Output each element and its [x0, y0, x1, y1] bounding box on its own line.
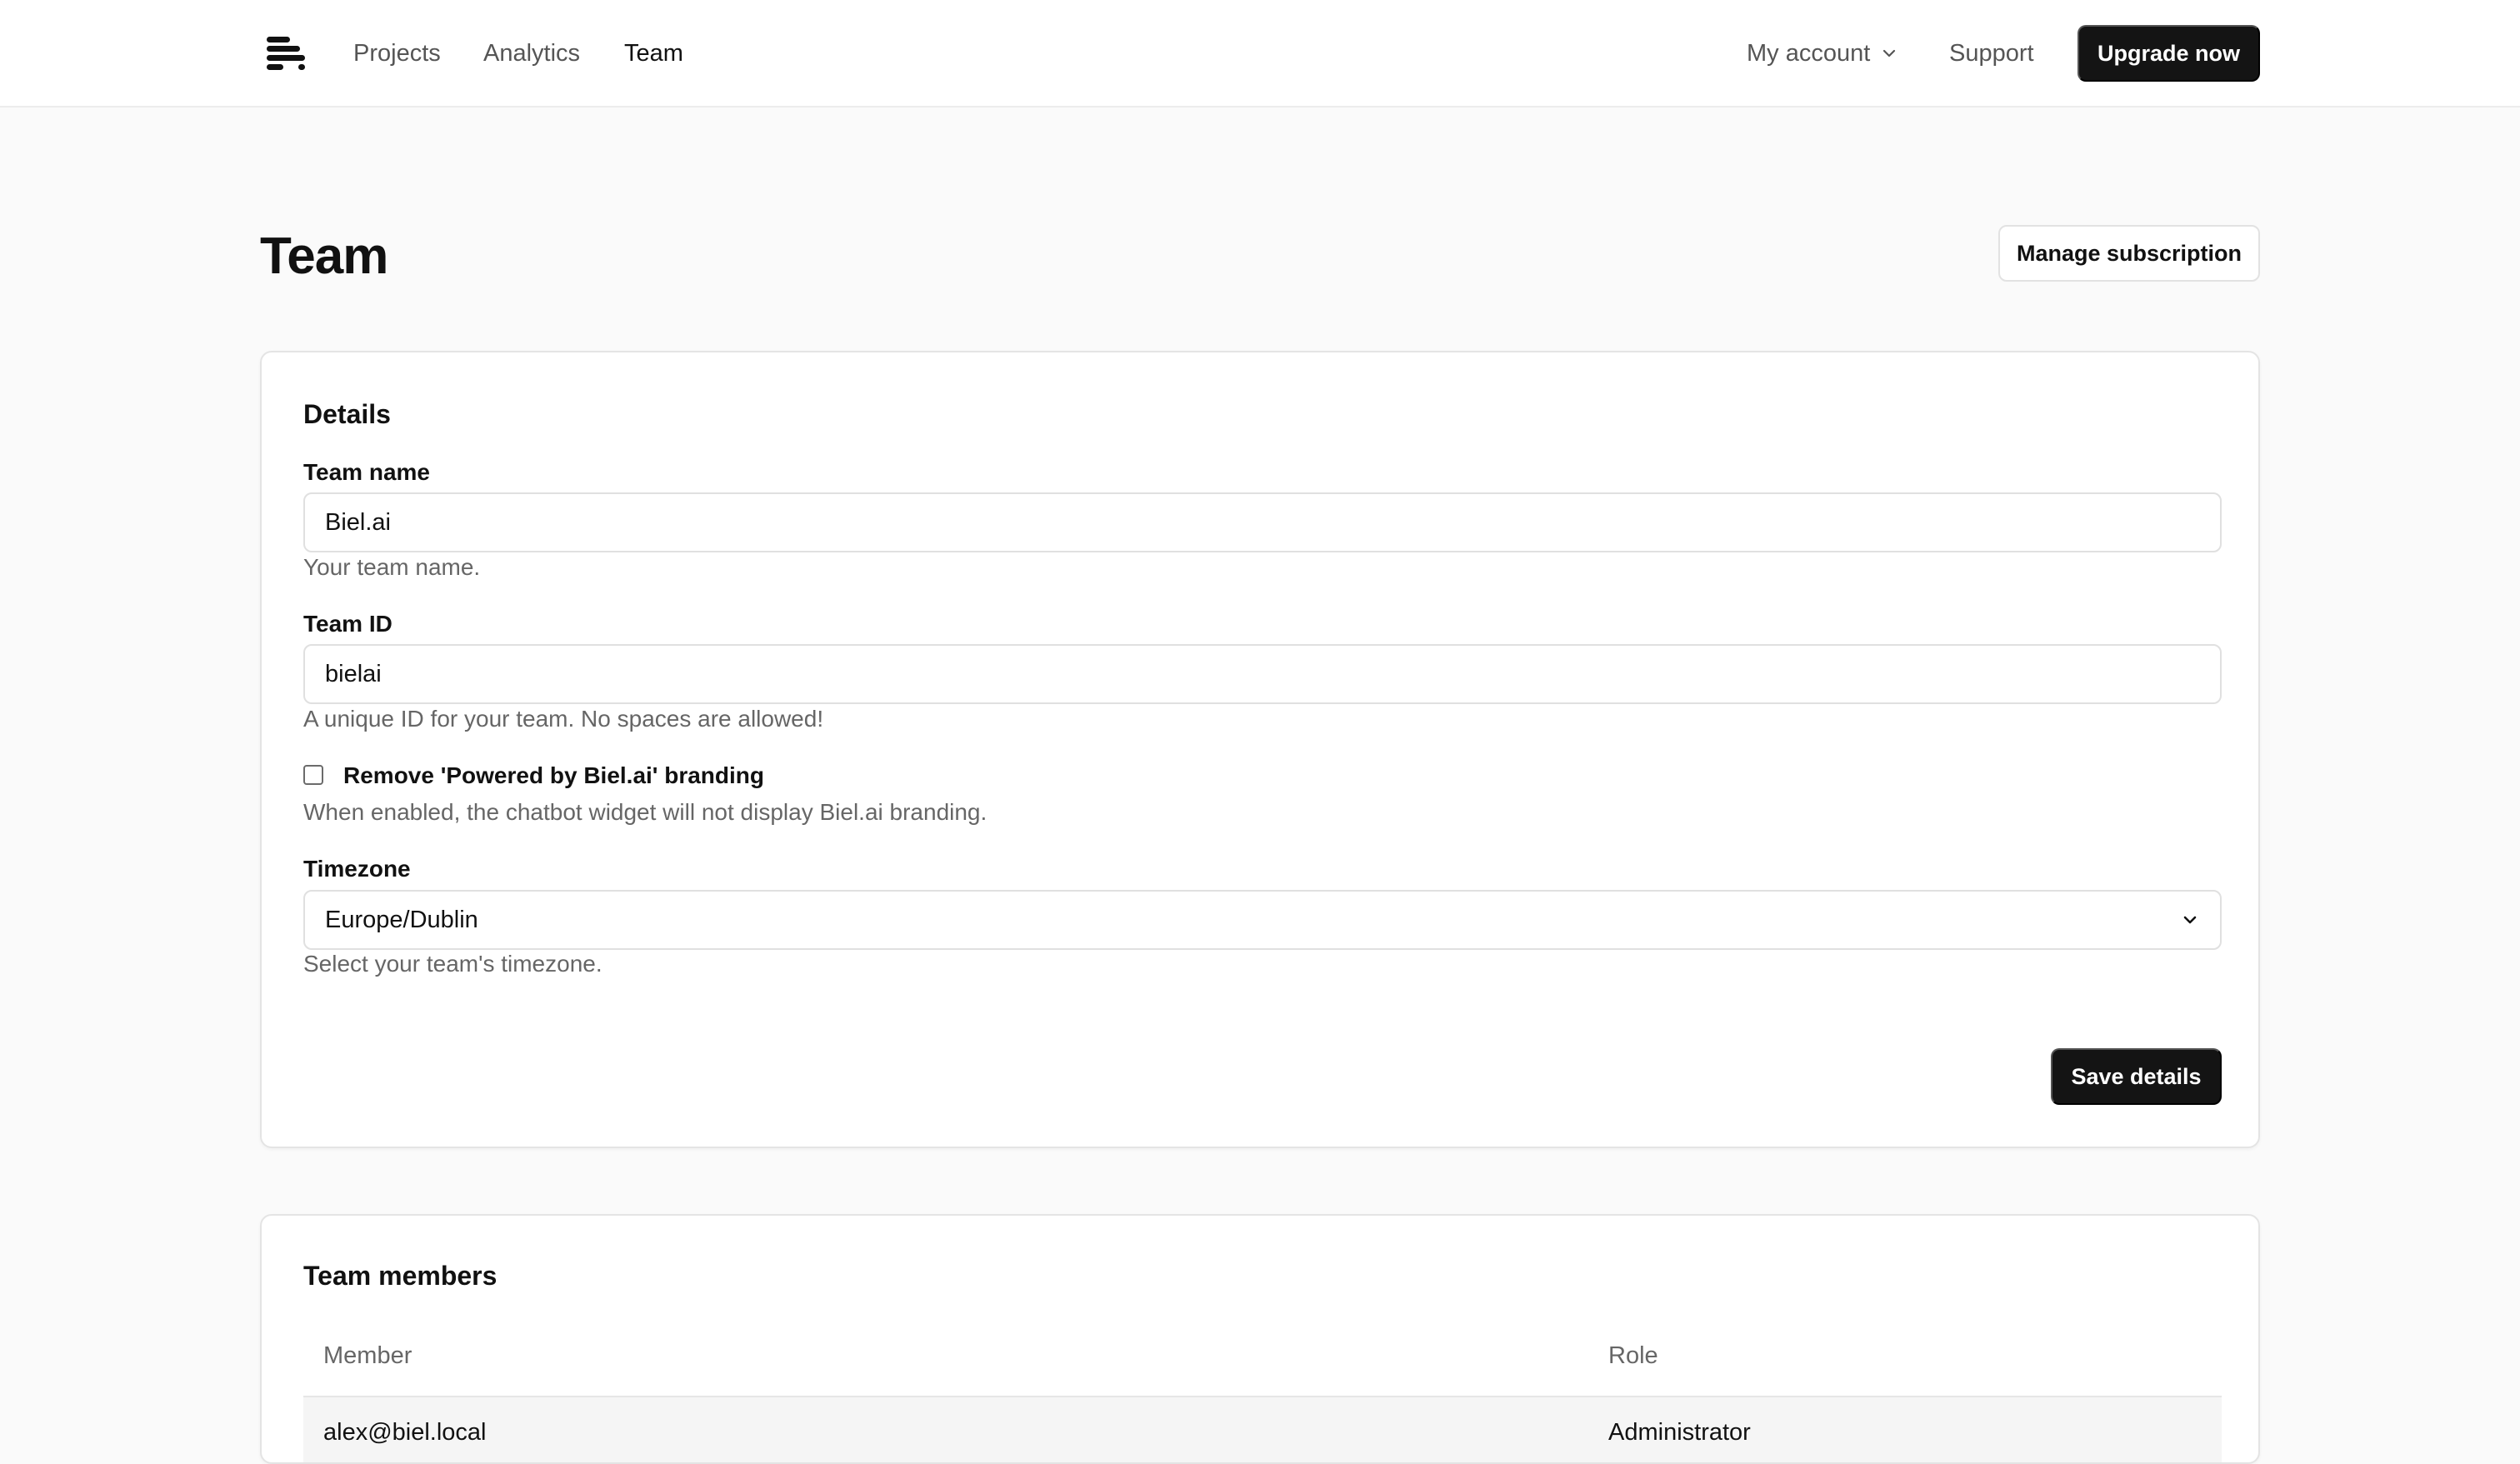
team-members-table: Member Role alex@biel.local Administrato…	[303, 1316, 2222, 1462]
member-role: Administrator	[1608, 1419, 1751, 1446]
details-card-title: Details	[303, 399, 391, 429]
team-members-card: Team members Member Role alex@biel.local…	[260, 1214, 2260, 1464]
remove-branding-help: When enabled, the chatbot widget will no…	[303, 799, 988, 825]
team-name-input[interactable]	[303, 492, 2222, 552]
save-details-button[interactable]: Save details	[2051, 1048, 2222, 1105]
team-members-title: Team members	[303, 1261, 498, 1291]
team-name-label: Team name	[303, 459, 430, 485]
team-id-label: Team ID	[303, 611, 392, 637]
nav-link-support[interactable]: Support	[1949, 37, 2034, 70]
nav-link-team[interactable]: Team	[624, 37, 683, 70]
timezone-label: Timezone	[303, 856, 411, 882]
team-name-help: Your team name.	[303, 554, 481, 580]
table-header: Member Role	[303, 1316, 2222, 1397]
top-navigation: Projects Analytics Team My account Suppo…	[0, 0, 2520, 107]
remove-branding-label[interactable]: Remove 'Powered by Biel.ai' branding	[343, 761, 764, 791]
timezone-help: Select your team's timezone.	[303, 951, 602, 977]
team-id-input[interactable]	[303, 644, 2222, 704]
page-title: Team	[260, 227, 388, 285]
my-account-label: My account	[1747, 39, 1871, 67]
member-email: alex@biel.local	[323, 1419, 487, 1446]
timezone-selected-value: Europe/Dublin	[325, 906, 478, 933]
column-header-role: Role	[1608, 1342, 1658, 1369]
details-card: Details Team name Your team name. Team I…	[260, 351, 2260, 1148]
nav-link-projects[interactable]: Projects	[353, 37, 441, 70]
my-account-dropdown[interactable]: My account	[1747, 37, 1898, 70]
timezone-select[interactable]: Europe/Dublin	[303, 890, 2222, 950]
manage-subscription-button[interactable]: Manage subscription	[1998, 225, 2260, 282]
chevron-down-icon	[2183, 916, 2197, 924]
upgrade-now-button[interactable]: Upgrade now	[2078, 25, 2260, 82]
column-header-member: Member	[323, 1342, 412, 1369]
chevron-down-icon	[1883, 49, 1896, 57]
table-row[interactable]: alex@biel.local Administrator	[303, 1397, 2222, 1462]
team-id-help: A unique ID for your team. No spaces are…	[303, 706, 824, 732]
logo-icon[interactable]	[267, 35, 308, 70]
remove-branding-checkbox[interactable]	[303, 765, 323, 785]
nav-link-analytics[interactable]: Analytics	[483, 37, 580, 70]
